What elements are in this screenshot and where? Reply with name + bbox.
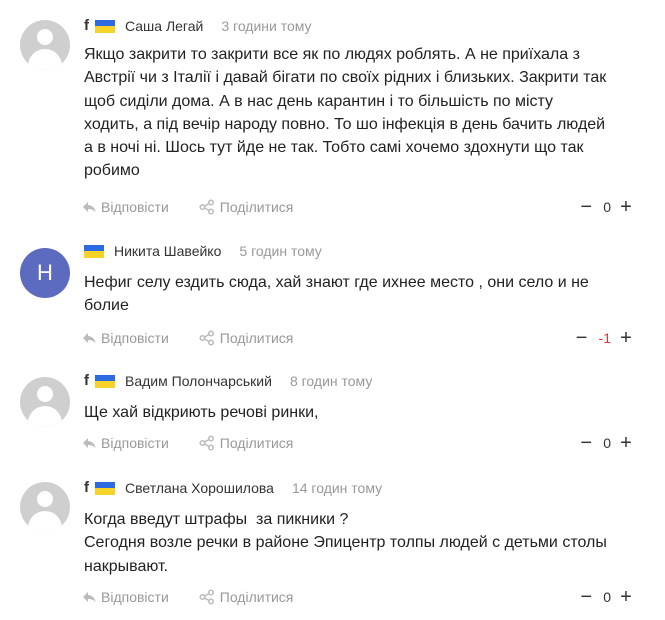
- share-button[interactable]: Поділитися: [199, 330, 294, 346]
- reply-button[interactable]: Відповісти: [82, 330, 169, 346]
- share-icon: [199, 199, 214, 215]
- share-button[interactable]: Поділитися: [199, 589, 294, 605]
- comment-text: Якщо закрити то закрити все як по людях …: [84, 43, 644, 183]
- reply-label: Відповісти: [101, 435, 169, 451]
- vote-controls: − -1 +: [575, 328, 633, 348]
- comment-time[interactable]: 14 годин тому: [292, 480, 382, 496]
- reply-icon: [83, 592, 96, 603]
- comment-time[interactable]: 5 годин тому: [239, 243, 321, 259]
- vote-score: 0: [603, 435, 611, 451]
- comment-line: Австрії чи з Італії і давай бігати по св…: [84, 69, 607, 87]
- comment-line: Якщо закрити то закрити все як по людях …: [84, 46, 580, 63]
- reply-icon: [83, 438, 96, 449]
- comment-line: а в ночі ні. Шось тут йде не так. Тобто …: [84, 139, 584, 157]
- share-icon: [199, 589, 214, 605]
- reply-label: Відповісти: [101, 589, 169, 605]
- ukraine-flag-icon: [95, 374, 115, 388]
- avatar[interactable]: Н: [20, 248, 70, 298]
- comment-text: Ще хай відкриють речові ринки,: [84, 401, 644, 424]
- downvote-button[interactable]: −: [579, 197, 593, 217]
- avatar-head: [37, 29, 53, 45]
- comment-time[interactable]: 8 годин тому: [290, 373, 372, 389]
- comment-line: болие: [84, 297, 129, 315]
- avatar[interactable]: [20, 482, 70, 532]
- comment-text: Когда введут штрафы за пикники ? Сегодня…: [84, 508, 644, 578]
- avatar-shoulders: [28, 406, 62, 427]
- vote-score: 0: [603, 199, 611, 215]
- share-label: Поділитися: [219, 330, 294, 346]
- facebook-icon: f: [84, 479, 89, 496]
- avatar-shoulders: [28, 49, 62, 70]
- reply-label: Відповісти: [101, 199, 169, 215]
- comment-line: Ще хай відкриють речові ринки,: [84, 404, 319, 421]
- share-button[interactable]: Поділитися: [199, 435, 294, 451]
- comment-meta: f Вадим Полончарський 8 годин тому: [84, 371, 372, 391]
- share-icon: [199, 435, 214, 451]
- comment-meta: f Светлана Хорошилова 14 годин тому: [84, 478, 382, 498]
- avatar-head: [37, 386, 53, 402]
- author-name[interactable]: Светлана Хорошилова: [125, 480, 274, 496]
- upvote-button[interactable]: +: [619, 587, 633, 607]
- comment-line: Нефиг селу ездить сюда, хай знают где их…: [84, 274, 589, 291]
- downvote-button[interactable]: −: [579, 433, 593, 453]
- author-name[interactable]: Никита Шавейко: [114, 243, 221, 259]
- comment-text: Нефиг селу ездить сюда, хай знают где их…: [84, 271, 644, 318]
- upvote-button[interactable]: +: [619, 197, 633, 217]
- comment-line: Сегодня возле речки в районе Эпицентр то…: [84, 534, 607, 552]
- author-name[interactable]: Саша Легай: [125, 18, 203, 34]
- reply-button[interactable]: Відповісти: [82, 435, 169, 451]
- vote-score: 0: [603, 589, 611, 605]
- share-label: Поділитися: [219, 589, 294, 605]
- avatar[interactable]: [20, 20, 70, 70]
- reply-icon: [83, 333, 96, 344]
- reply-button[interactable]: Відповісти: [82, 589, 169, 605]
- vote-controls: − 0 +: [579, 433, 633, 453]
- comment-actions: Відповісти Поділитися: [82, 433, 323, 453]
- downvote-button[interactable]: −: [579, 587, 593, 607]
- avatar[interactable]: [20, 377, 70, 427]
- comment-line: накрывают.: [84, 557, 168, 575]
- avatar-head: [37, 491, 53, 507]
- avatar-shoulders: [28, 511, 62, 532]
- vote-score: -1: [598, 330, 611, 346]
- comment-line: ходить, а під вечір народу повно. То шо …: [84, 115, 606, 133]
- comment-meta: f Саша Легай 3 години тому: [84, 16, 312, 36]
- downvote-button[interactable]: −: [575, 328, 589, 348]
- facebook-icon: f: [84, 17, 89, 34]
- comment-actions: Відповісти Поділитися: [82, 328, 323, 348]
- share-label: Поділитися: [219, 199, 294, 215]
- comment-line: Когда введут штрафы за пикники ?: [84, 511, 349, 528]
- share-button[interactable]: Поділитися: [199, 199, 294, 215]
- vote-controls: − 0 +: [579, 587, 633, 607]
- ukraine-flag-icon: [95, 481, 115, 495]
- facebook-icon: f: [84, 372, 89, 389]
- author-name[interactable]: Вадим Полончарський: [125, 373, 272, 389]
- comment-actions: Відповісти Поділитися: [82, 197, 323, 217]
- comment-line: робимо: [84, 162, 140, 180]
- comment-line: щоб сиділи дома. А в нас день карантин і…: [84, 92, 554, 110]
- reply-label: Відповісти: [101, 330, 169, 346]
- reply-button[interactable]: Відповісти: [82, 199, 169, 215]
- reply-icon: [83, 202, 96, 213]
- share-label: Поділитися: [219, 435, 294, 451]
- comment-meta: Никита Шавейко 5 годин тому: [84, 241, 322, 261]
- comment-time[interactable]: 3 години тому: [221, 18, 311, 34]
- upvote-button[interactable]: +: [619, 433, 633, 453]
- ukraine-flag-icon: [95, 19, 115, 33]
- share-icon: [199, 330, 214, 346]
- comment-actions: Відповісти Поділитися: [82, 587, 323, 607]
- ukraine-flag-icon: [84, 244, 104, 258]
- vote-controls: − 0 +: [579, 197, 633, 217]
- upvote-button[interactable]: +: [619, 328, 633, 348]
